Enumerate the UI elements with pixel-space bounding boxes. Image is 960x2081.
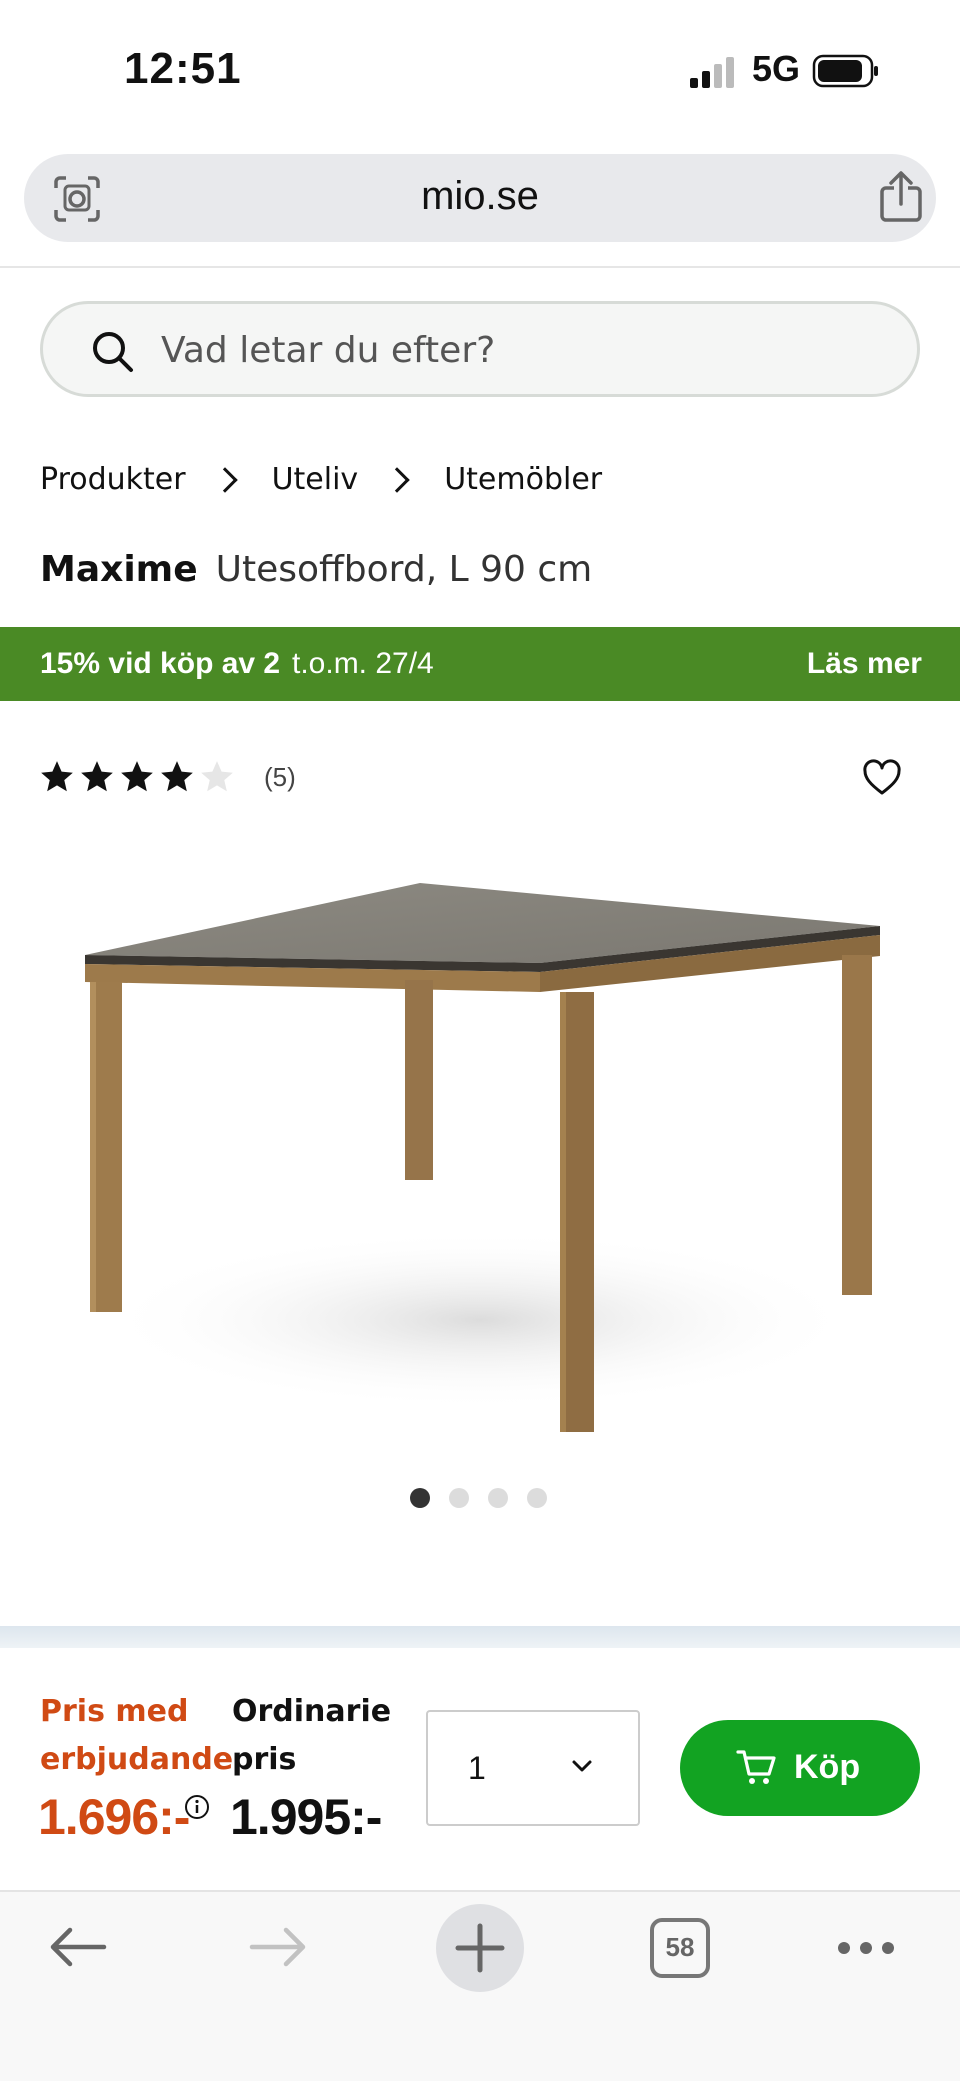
- divider: [0, 1626, 960, 1648]
- chevron-down-icon: [572, 1760, 592, 1772]
- regular-price: 1.995:-: [230, 1789, 382, 1845]
- signal-icon: [690, 57, 734, 88]
- search-icon: [93, 332, 133, 372]
- quantity-select[interactable]: 1: [426, 1710, 640, 1826]
- promo-read-more-link[interactable]: Läs mer: [807, 647, 922, 681]
- divider: [0, 266, 960, 268]
- product-image[interactable]: [60, 860, 900, 1450]
- network-label: 5G: [752, 48, 801, 89]
- breadcrumb-produkter[interactable]: Produkter: [40, 462, 186, 497]
- star-icon: [201, 761, 233, 792]
- more-icon[interactable]: [836, 1938, 896, 1958]
- status-bar: 12:51 5G: [0, 0, 960, 140]
- promo-banner[interactable]: 15% vid köp av 2 t.o.m. 27/4 Läs mer: [0, 627, 960, 701]
- product-title: Maxime Utesoffbord, L 90 cm: [40, 549, 592, 590]
- regular-price-label: Ordinarie pris: [232, 1694, 392, 1777]
- star-icon: [161, 761, 193, 792]
- breadcrumb-uteliv[interactable]: Uteliv: [272, 462, 359, 497]
- back-arrow-icon[interactable]: [48, 1922, 108, 1972]
- address-bar[interactable]: mio.se: [24, 154, 936, 242]
- browser-toolbar: 58: [0, 1892, 960, 2081]
- price-bar: Pris med erbjudande 1.696:- Ordinarie pr…: [0, 1648, 960, 1890]
- info-icon[interactable]: [184, 1794, 210, 1820]
- promo-text: 15% vid köp av 2: [40, 647, 281, 680]
- offer-price: 1.696:-: [38, 1789, 190, 1845]
- plus-icon: [455, 1923, 505, 1973]
- search-bar[interactable]: Vad letar du efter?: [40, 301, 920, 397]
- product-brand: Maxime: [40, 549, 198, 590]
- product-name: Utesoffbord, L 90 cm: [215, 549, 593, 590]
- buy-label: Köp: [794, 1748, 861, 1786]
- carousel-dot[interactable]: [488, 1488, 508, 1508]
- star-icon: [81, 761, 113, 792]
- star-icon: [41, 761, 73, 792]
- breadcrumb-utemobler[interactable]: Utemöbler: [444, 462, 602, 497]
- url-text[interactable]: mio.se: [24, 174, 936, 219]
- chevron-right-icon: [384, 466, 410, 493]
- cart-icon: [736, 1750, 776, 1784]
- battery-icon: [812, 54, 878, 88]
- heart-icon[interactable]: [862, 758, 902, 798]
- carousel-dot[interactable]: [527, 1488, 547, 1508]
- carousel-dot[interactable]: [449, 1488, 469, 1508]
- breadcrumb: Produkter Uteliv Utemöbler: [40, 462, 602, 497]
- forward-arrow-icon[interactable]: [248, 1922, 308, 1972]
- quantity-value: 1: [468, 1750, 486, 1786]
- review-count: (5): [264, 761, 296, 792]
- buy-button[interactable]: Köp: [680, 1720, 920, 1816]
- promo-date: t.o.m. 27/4: [292, 647, 434, 680]
- tabs-button[interactable]: 58: [650, 1918, 710, 1978]
- chevron-right-icon: [211, 466, 238, 493]
- star-icon: [121, 761, 153, 792]
- search-input[interactable]: Vad letar du efter?: [161, 330, 495, 371]
- offer-price-label: Pris med erbjudande: [40, 1694, 234, 1777]
- carousel-dot[interactable]: [410, 1488, 430, 1508]
- status-time: 12:51: [124, 44, 242, 93]
- rating-stars[interactable]: (5): [38, 758, 296, 796]
- image-carousel-dots[interactable]: [410, 1488, 566, 1508]
- new-tab-button[interactable]: [436, 1904, 524, 1992]
- share-icon[interactable]: [878, 170, 924, 224]
